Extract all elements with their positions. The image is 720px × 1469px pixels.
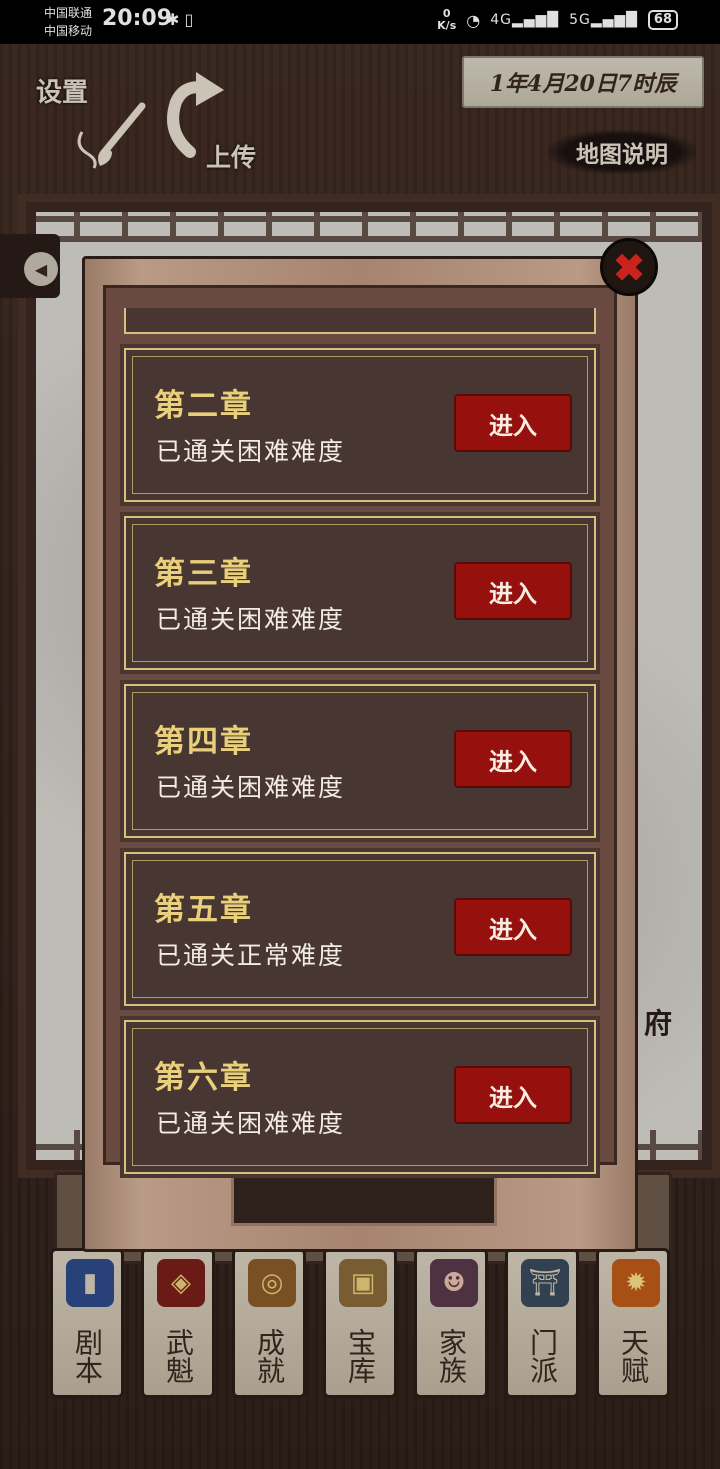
chapter-status: 已通关困难难度: [156, 1109, 346, 1138]
chapter-card: 第五章 已通关正常难度 进入: [120, 848, 600, 1010]
enter-chapter-button[interactable]: 进入: [454, 394, 572, 452]
chapter-card: 第二章 已通关困难难度 进入: [120, 344, 600, 506]
chapter-list-top-edge: [124, 308, 596, 334]
chapter-title: 第六章: [154, 1060, 253, 1096]
chapter-card: 第三章 已通关困难难度 进入: [120, 512, 600, 674]
chapter-title: 第二章: [154, 388, 253, 424]
close-button[interactable]: ✖: [600, 238, 658, 296]
enter-chapter-button[interactable]: 进入: [454, 898, 572, 956]
chapter-title: 第四章: [154, 724, 253, 760]
enter-chapter-button[interactable]: 进入: [454, 730, 572, 788]
chapter-title: 第五章: [154, 892, 253, 928]
chapter-status: 已通关困难难度: [156, 773, 346, 802]
chapter-status: 已通关困难难度: [156, 437, 346, 466]
chapter-card: 第六章 已通关困难难度 进入: [120, 1016, 600, 1178]
enter-chapter-button[interactable]: 进入: [454, 562, 572, 620]
chapter-status: 已通关正常难度: [156, 941, 346, 970]
chapter-title: 第三章: [154, 556, 253, 592]
chapter-status: 已通关困难难度: [156, 605, 346, 634]
enter-chapter-button[interactable]: 进入: [454, 1066, 572, 1124]
chapter-card: 第四章 已通关困难难度 进入: [120, 680, 600, 842]
